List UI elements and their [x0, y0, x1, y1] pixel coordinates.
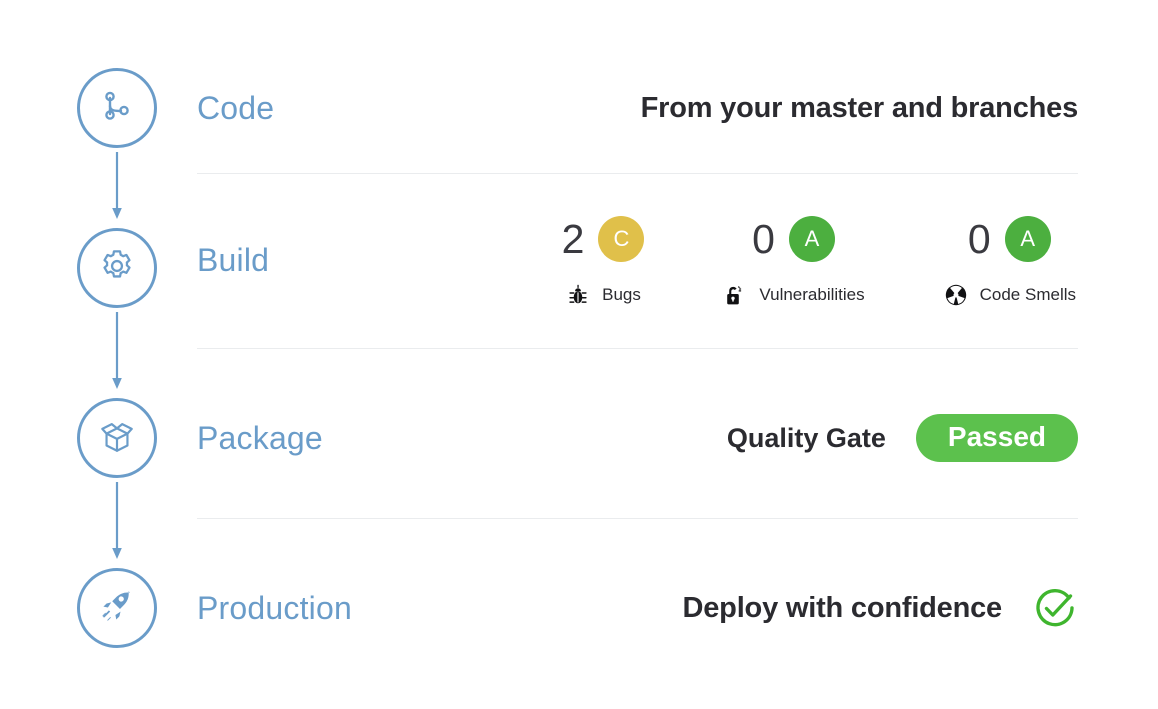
metric-code-smells-label: Code Smells	[979, 285, 1076, 304]
quality-gate-label: Quality Gate	[726, 422, 886, 453]
stage-label-package: Package	[197, 419, 323, 456]
metric-bugs-bottom: Bugs	[565, 282, 641, 308]
pipeline-card: Code From your master and branches Build…	[0, 0, 1158, 709]
row-package-content: Quality Gate Passed	[497, 414, 1078, 462]
metric-bugs-label: Bugs	[602, 285, 641, 304]
metric-bugs-grade: C	[598, 216, 645, 262]
row-production: Production Deploy with confidence	[197, 568, 1078, 648]
metric-vulnerabilities-value: 0	[752, 215, 775, 262]
stage-label-build: Build	[197, 241, 270, 278]
row-production-content: Deploy with confidence	[497, 585, 1078, 631]
pipeline-connector-3	[111, 482, 123, 564]
rocket-icon	[99, 588, 135, 629]
metric-code-smells[interactable]: 0 A Code Smells	[943, 212, 1076, 308]
stage-node-package[interactable]	[77, 398, 157, 478]
stage-node-build[interactable]	[77, 228, 157, 308]
stage-node-code[interactable]	[77, 68, 157, 148]
row-build-content: 2 C Bugs 0 A Vulnerabilities 0 A Code Sm…	[497, 212, 1078, 308]
row-code-content: From your master and branches	[497, 91, 1079, 125]
row-package: Package Quality Gate Passed	[197, 398, 1078, 478]
row-divider	[197, 518, 1078, 519]
metric-vulnerabilities[interactable]: 0 A Vulnerabilities	[722, 212, 865, 308]
package-icon	[98, 417, 136, 460]
row-code: Code From your master and branches	[197, 68, 1078, 148]
metric-code-smells-bottom: Code Smells	[943, 282, 1076, 308]
pipeline-rail	[77, 68, 159, 648]
stage-label-code: Code	[197, 89, 275, 126]
metric-vulnerabilities-top: 0 A	[752, 212, 835, 266]
metric-code-smells-value: 0	[967, 215, 991, 262]
row-divider	[197, 348, 1078, 349]
pipeline-rows: Code From your master and branches Build…	[197, 0, 1078, 709]
stage-node-production[interactable]	[77, 568, 157, 648]
check-circle-icon	[1032, 585, 1078, 631]
row-build: Build 2 C Bugs 0 A Vulnerabilities 0 A C…	[197, 200, 1078, 320]
metric-code-smells-top: 0 A	[968, 212, 1051, 266]
pipeline-connector-1	[111, 152, 123, 224]
metric-vulnerabilities-label: Vulnerabilities	[759, 285, 865, 304]
branch-icon	[100, 89, 134, 128]
radiation-icon	[943, 282, 969, 308]
bug-icon	[565, 282, 591, 308]
metrics-group: 2 C Bugs 0 A Vulnerabilities 0 A Code Sm…	[562, 212, 1078, 308]
open-padlock-icon	[722, 282, 748, 308]
production-group: Deploy with confidence	[683, 585, 1078, 631]
metric-bugs-top: 2 C	[562, 212, 645, 266]
metric-vulnerabilities-grade: A	[788, 216, 835, 262]
quality-gate-status-badge: Passed	[915, 414, 1078, 462]
quality-gate-group: Quality Gate Passed	[727, 414, 1078, 462]
metric-code-smells-grade: A	[1004, 216, 1051, 262]
pipeline-connector-2	[111, 312, 123, 394]
gear-icon	[98, 247, 136, 290]
metric-bugs-value: 2	[561, 215, 585, 262]
production-headline: Deploy with confidence	[682, 591, 1003, 624]
row-divider	[197, 173, 1078, 174]
metric-vulnerabilities-bottom: Vulnerabilities	[722, 282, 865, 308]
code-headline: From your master and branches	[640, 91, 1079, 124]
stage-label-production: Production	[197, 589, 352, 626]
metric-bugs[interactable]: 2 C Bugs	[562, 212, 645, 308]
